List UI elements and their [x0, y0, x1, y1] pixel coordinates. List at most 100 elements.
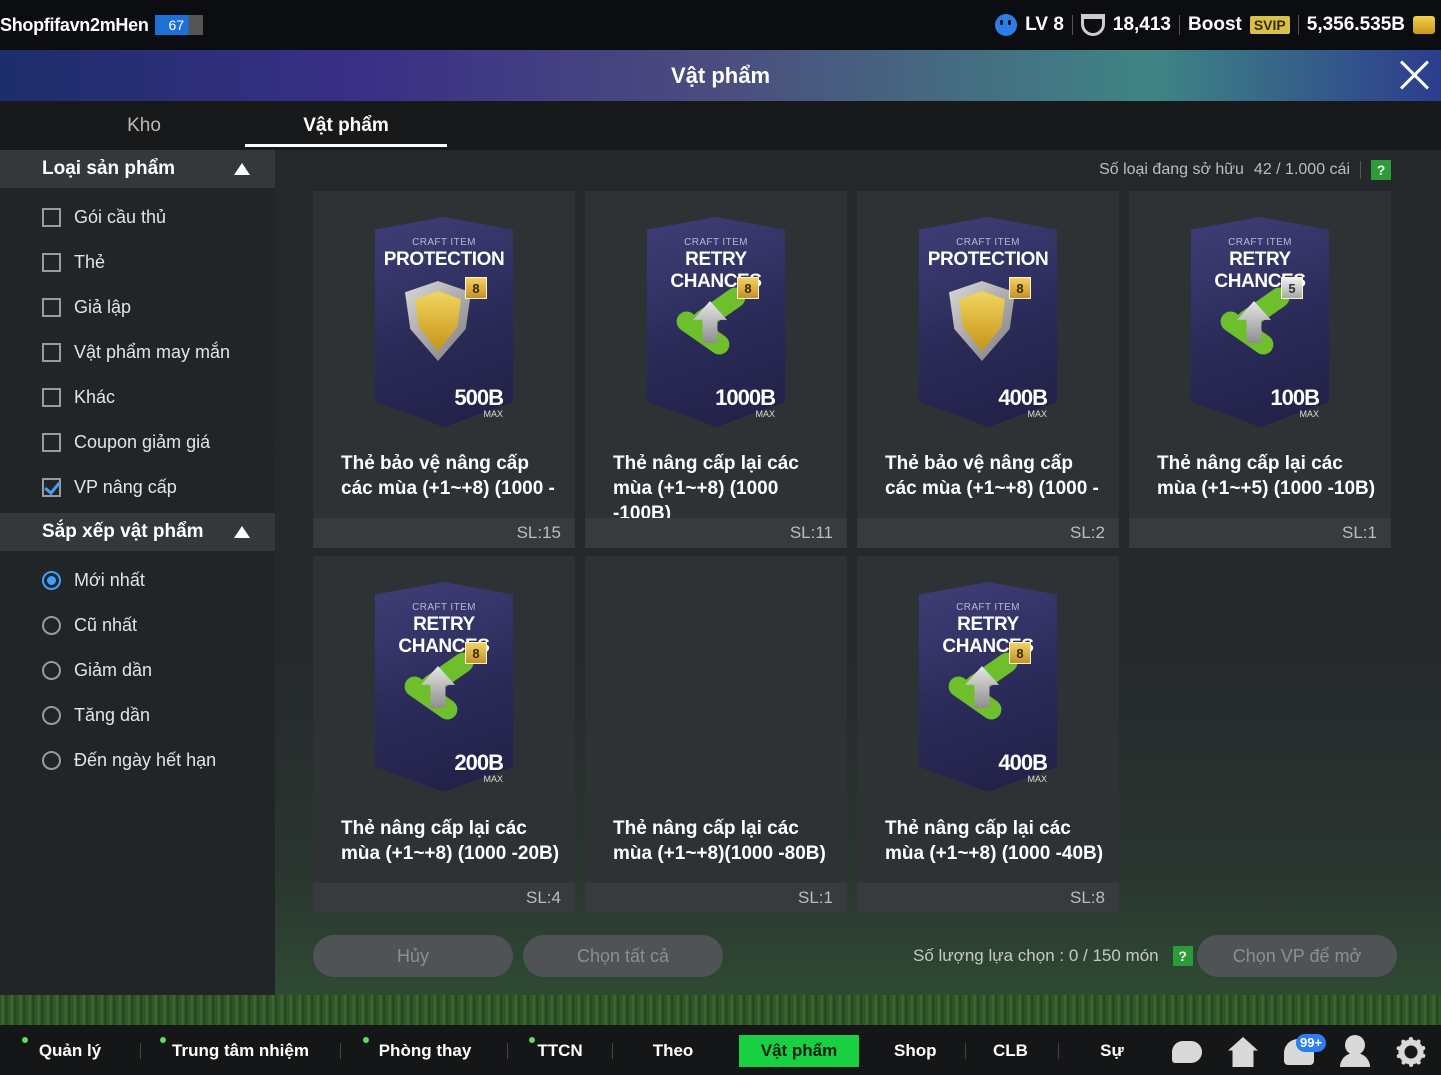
level-tag: 8: [465, 277, 487, 299]
sort-header[interactable]: Sắp xếp vật phẩm: [0, 513, 275, 551]
chat-icon[interactable]: [1172, 1041, 1202, 1063]
filter-option[interactable]: Khác: [42, 382, 115, 412]
cancel-button[interactable]: Hủy: [313, 935, 513, 977]
item-quantity: SL:4: [526, 888, 561, 907]
item-pack: CRAFT ITEM RETRY CHANCES 8 1000B MAX: [647, 217, 785, 427]
nav-clb[interactable]: CLB: [993, 1035, 1028, 1067]
pack-max: MAX: [755, 409, 775, 419]
pack-max: MAX: [1027, 774, 1047, 784]
level-text: LV 8: [1025, 14, 1064, 35]
sort-label: Tăng dần: [74, 704, 151, 725]
svip-badge: SVIP: [1249, 16, 1290, 34]
item-card[interactable]: CRAFT ITEM RETRY CHANCES 8 200B MAX Thẻ …: [313, 556, 575, 913]
tab-vat-pham[interactable]: Vật phẩm: [245, 101, 447, 150]
owned-count: Số loại đang sở hữu 42 / 1.000 cái ?: [1099, 160, 1391, 180]
checkbox-checked-icon: [42, 477, 61, 497]
checkbox-icon: [42, 252, 61, 272]
nav-trung-tam-nhiem-vu[interactable]: Trung tâm nhiệm vụ: [160, 1035, 313, 1075]
pack-max: MAX: [1299, 409, 1319, 419]
username: Shopfifavn2mHen: [0, 14, 149, 35]
item-pack: CRAFT ITEM PROTECTION 8 400B MAX: [919, 217, 1057, 427]
filter-label: Thẻ: [74, 251, 106, 272]
tab-kho[interactable]: Kho: [44, 101, 244, 150]
open-items-button[interactable]: Chọn VP để mở: [1197, 935, 1397, 977]
balance-value: 5,356.535B: [1306, 14, 1405, 35]
item-quantity: SL:2: [1070, 523, 1105, 542]
sort-option[interactable]: Đến ngày hết hạn: [42, 745, 216, 775]
pack-craft-label: CRAFT ITEM: [1228, 237, 1292, 248]
selection-count: Số lượng lựa chọn : 0 / 150 món ?: [913, 946, 1193, 966]
sort-label: Giảm dần: [74, 659, 153, 680]
item-pack: CRAFT ITEM RETRY CHANCES 8 200B MAX: [375, 582, 513, 792]
item-card[interactable]: CRAFT ITEM RETRY CHANCES 5 100B MAX Thẻ …: [1129, 191, 1391, 548]
item-pack: CRAFT ITEM PROTECTION 8 500B MAX: [375, 217, 513, 427]
filter-option[interactable]: Giả lập: [42, 292, 131, 322]
divider: [1297, 15, 1299, 35]
sort-option[interactable]: Cũ nhất: [42, 610, 137, 640]
pack-craft-label: CRAFT ITEM: [956, 237, 1020, 248]
settings-gear-icon[interactable]: [1396, 1037, 1426, 1067]
item-panel: Số loại đang sở hữu 42 / 1.000 cái ? CRA…: [275, 150, 1441, 995]
divider: [1360, 161, 1361, 179]
help-icon[interactable]: ?: [1371, 160, 1391, 180]
filter-label: Khác: [74, 386, 116, 407]
pack-max: MAX: [483, 774, 503, 784]
nav-vat-pham[interactable]: Vật phẩm: [739, 1035, 859, 1067]
sort-label: Đến ngày hết hạn: [74, 749, 217, 770]
pack-type: PROTECTION: [927, 249, 1049, 270]
filter-option[interactable]: Gói cầu thủ: [42, 202, 166, 232]
close-icon[interactable]: [1397, 58, 1431, 92]
sort-option[interactable]: Mới nhất: [42, 565, 145, 595]
filter-option[interactable]: Coupon giảm giá: [42, 427, 210, 457]
radio-icon: [42, 750, 61, 770]
pack-craft-label: CRAFT ITEM: [956, 602, 1020, 613]
item-name: Thẻ nâng cấp lại các mùa (+1~+8) (1000 -…: [613, 453, 799, 524]
item-card[interactable]: Thẻ nâng cấp lại các mùa (+1~+8)(1000 -8…: [585, 556, 847, 913]
status-right: LV 8 18,413 Boost SVIP 5,356.535B: [995, 0, 1435, 50]
filter-option[interactable]: Vật phẩm may mắn: [42, 337, 230, 367]
profile-icon[interactable]: [1345, 1035, 1365, 1055]
checkbox-icon: [42, 432, 61, 452]
pack-value: 1000B: [715, 385, 776, 410]
page-title: Vật phẩm: [670, 62, 771, 88]
item-card[interactable]: CRAFT ITEM RETRY CHANCES 8 400B MAX Thẻ …: [857, 556, 1119, 913]
item-card[interactable]: CRAFT ITEM PROTECTION 8 400B MAX Thẻ bảo…: [857, 191, 1119, 548]
boost-label: Boost: [1188, 14, 1242, 35]
notification-badge: 99+: [1296, 1034, 1327, 1052]
item-quantity: SL:15: [516, 523, 561, 542]
nav-quan-ly-ct[interactable]: Quản lý CT: [22, 1035, 110, 1075]
collapse-icon: [234, 163, 250, 175]
radio-selected-icon: [42, 570, 61, 590]
pack-value: 100B: [1270, 385, 1320, 410]
filter-option[interactable]: Thẻ: [42, 247, 105, 277]
item-quantity: SL:1: [1342, 523, 1377, 542]
item-card[interactable]: CRAFT ITEM PROTECTION 8 500B MAX Thẻ bảo…: [313, 191, 575, 548]
divider: [1058, 1043, 1059, 1059]
nav-theo-doi[interactable]: Theo dõi: [640, 1035, 706, 1075]
nav-ttcn[interactable]: TTCN: [529, 1035, 583, 1067]
selection-label: Số lượng lựa chọn : 0 / 150 món: [913, 946, 1159, 965]
nav-shop[interactable]: Shop: [894, 1035, 937, 1067]
divider: [507, 1043, 508, 1059]
nav-phong-thay-do[interactable]: Phòng thay đồ: [363, 1035, 479, 1075]
divider: [1179, 15, 1181, 35]
select-all-button[interactable]: Chọn tất cả: [523, 935, 723, 977]
nav-su-kien[interactable]: Sự kiện: [1085, 1035, 1139, 1075]
level-badge: 67: [154, 15, 203, 35]
product-type-header[interactable]: Loại sản phẩm: [0, 150, 275, 188]
home-icon[interactable]: [1228, 1037, 1258, 1067]
help-icon[interactable]: ?: [1172, 946, 1193, 966]
item-pack: CRAFT ITEM RETRY CHANCES 8 400B MAX: [919, 582, 1057, 792]
item-quantity: SL:11: [789, 523, 833, 542]
divider: [965, 1043, 966, 1059]
notice-dot-icon: [160, 1037, 166, 1043]
item-card[interactable]: CRAFT ITEM RETRY CHANCES 8 1000B MAX Thẻ…: [585, 191, 847, 548]
pack-value: 500B: [454, 385, 504, 410]
notice-dot-icon: [363, 1037, 369, 1043]
sort-option[interactable]: Tăng dần: [42, 700, 150, 730]
sort-option[interactable]: Giảm dần: [42, 655, 152, 685]
sort-label: Mới nhất: [74, 569, 145, 590]
filter-option[interactable]: VP nâng cấp: [42, 472, 177, 502]
level-tag: 8: [737, 277, 759, 299]
nav-label: Trung tâm nhiệm vụ: [172, 1041, 309, 1075]
